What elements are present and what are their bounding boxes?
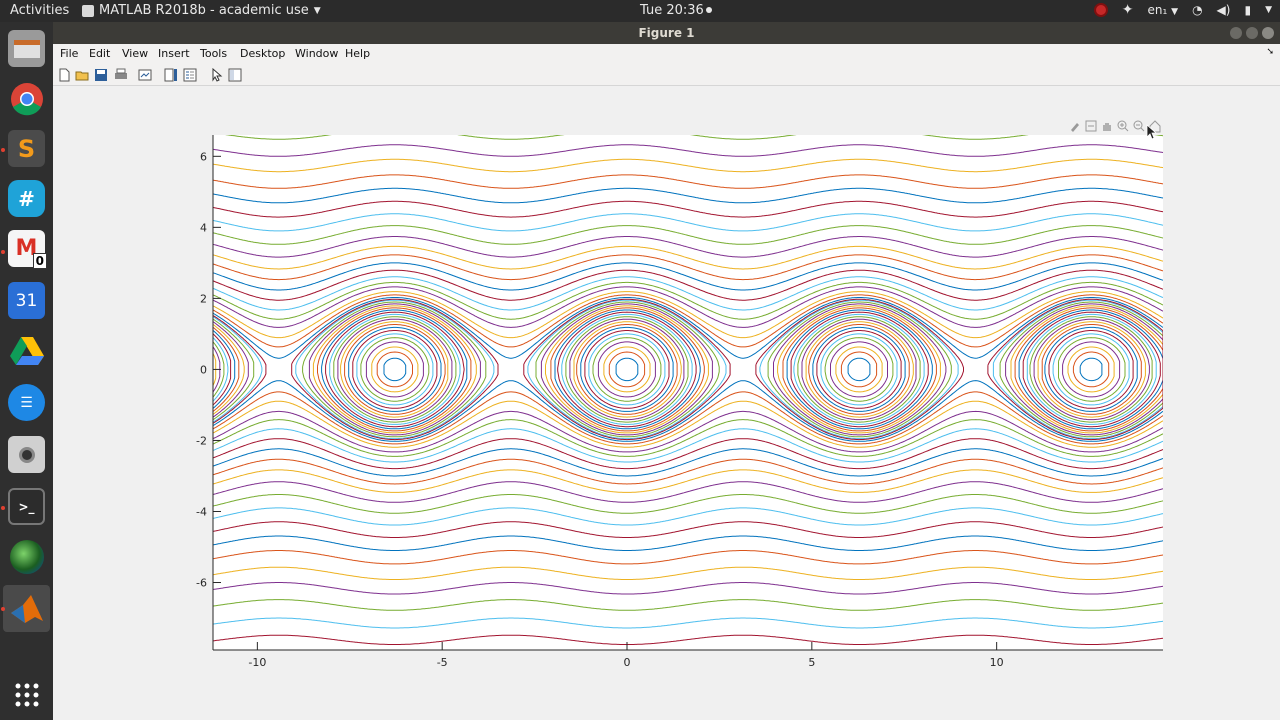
system-top-bar: Activities MATLAB R2018b - academic use … — [0, 0, 1280, 22]
new-figure-icon[interactable] — [57, 68, 71, 82]
menu-bar: File Edit View Insert Tools Desktop Wind… — [53, 44, 1280, 64]
sublime-text-icon[interactable]: S — [8, 130, 45, 167]
minimize-button[interactable] — [1230, 27, 1242, 39]
menu-insert[interactable]: Insert — [158, 47, 190, 60]
pan-icon[interactable] — [1103, 123, 1111, 131]
menu-view[interactable]: View — [122, 47, 148, 60]
figure-canvas[interactable]: -10 -5 0 5 10 6 4 2 0 -2 -4 -6 — [53, 87, 1280, 720]
hangouts-icon[interactable]: # — [8, 180, 45, 217]
gmail-icon[interactable]: M0 — [8, 230, 47, 269]
maximize-button[interactable] — [1246, 27, 1258, 39]
edit-plot-icon[interactable] — [210, 68, 224, 82]
chevron-down-icon: ▼ — [1171, 7, 1179, 17]
open-file-icon[interactable] — [75, 68, 89, 82]
matlab-small-icon — [82, 4, 94, 17]
terminal-icon[interactable]: >_ — [8, 488, 45, 525]
menu-file[interactable]: File — [60, 47, 78, 60]
clock-label: Tue 20:36 — [640, 3, 704, 18]
print-icon[interactable] — [114, 68, 128, 82]
brush-icon[interactable] — [1071, 123, 1079, 132]
link-plot-icon[interactable] — [138, 68, 152, 82]
x-tick-label: -10 — [248, 656, 266, 669]
dock: S # M0 31 ☰ >_ — [0, 22, 53, 720]
x-tick-label: 0 — [624, 656, 631, 669]
google-drive-icon[interactable] — [8, 332, 45, 369]
close-button[interactable] — [1262, 27, 1274, 39]
window-title: Figure 1 — [638, 26, 695, 40]
phase-portrait-plot[interactable]: -10 -5 0 5 10 6 4 2 0 -2 -4 -6 — [53, 87, 1280, 720]
files-icon[interactable] — [8, 30, 45, 67]
y-tick-label: -6 — [196, 577, 207, 590]
calendar-icon[interactable]: 31 — [8, 282, 45, 319]
show-apps-icon[interactable] — [8, 676, 45, 713]
insert-legend-icon[interactable] — [183, 68, 197, 82]
messages-icon[interactable]: ☰ — [8, 384, 45, 421]
y-tick-label: -2 — [196, 434, 207, 447]
menu-tools[interactable]: Tools — [200, 47, 227, 60]
power-menu-icon[interactable]: ▼ — [1265, 5, 1272, 15]
x-tick-label: 5 — [808, 656, 815, 669]
save-icon[interactable] — [94, 68, 108, 82]
matlab-icon[interactable] — [3, 585, 50, 632]
running-indicator-icon — [1, 250, 5, 254]
datatip-icon[interactable] — [1085, 120, 1097, 132]
insert-colorbar-icon[interactable] — [164, 68, 178, 82]
language-label: en₁ — [1147, 3, 1168, 17]
x-tick-label: -5 — [437, 656, 448, 669]
property-inspector-icon[interactable] — [228, 68, 242, 82]
y-tick-label: -4 — [196, 505, 207, 518]
menu-edit[interactable]: Edit — [89, 47, 110, 60]
x-tick-label: 10 — [990, 656, 1004, 669]
running-indicator-icon — [1, 148, 5, 152]
zoom-in-icon[interactable] — [1117, 120, 1129, 132]
language-indicator[interactable]: en₁ ▼ — [1148, 3, 1179, 17]
figure-toolbar — [53, 64, 1280, 86]
running-indicator-icon — [1, 506, 5, 510]
record-icon[interactable] — [1093, 3, 1108, 17]
y-tick-label: 2 — [200, 292, 207, 305]
app-menu-label: MATLAB R2018b - academic use — [99, 3, 309, 18]
wifi-icon[interactable]: ◔ — [1192, 3, 1202, 17]
clock[interactable]: Tue 20:36 — [640, 3, 712, 18]
trajectory-line — [213, 94, 1163, 103]
y-tick-label: 0 — [200, 363, 207, 376]
running-indicator-icon — [1, 607, 5, 611]
menu-desktop[interactable]: Desktop — [240, 47, 285, 60]
app-menu[interactable]: MATLAB R2018b - academic use ▼ — [82, 3, 321, 18]
zoom-out-icon[interactable] — [1133, 120, 1145, 132]
chrome-icon[interactable] — [8, 80, 45, 117]
y-tick-label: 4 — [200, 221, 207, 234]
chevron-down-icon: ▼ — [313, 5, 321, 16]
gmail-badge: 0 — [32, 253, 47, 269]
undock-arrow-icon[interactable]: ➘ — [1266, 47, 1274, 57]
volume-icon[interactable]: ◀) — [1217, 3, 1231, 17]
system-tray: ✦ en₁ ▼ ◔ ◀) ▮ ▼ — [1093, 2, 1272, 18]
globe-icon[interactable] — [8, 538, 45, 575]
battery-icon[interactable]: ▮ — [1244, 3, 1251, 17]
notification-dot-icon — [705, 7, 712, 13]
dropbox-icon[interactable]: ✦ — [1122, 2, 1134, 18]
calendar-day: 31 — [15, 290, 38, 311]
activities-button[interactable]: Activities — [10, 3, 69, 18]
window-controls — [1230, 27, 1274, 39]
window-title-bar[interactable]: Figure 1 — [53, 22, 1280, 44]
y-tick-label: 6 — [200, 150, 207, 163]
menu-window[interactable]: Window — [295, 47, 338, 60]
menu-help[interactable]: Help — [345, 47, 370, 60]
camera-icon[interactable] — [8, 436, 45, 473]
trajectory-line — [213, 111, 1163, 121]
